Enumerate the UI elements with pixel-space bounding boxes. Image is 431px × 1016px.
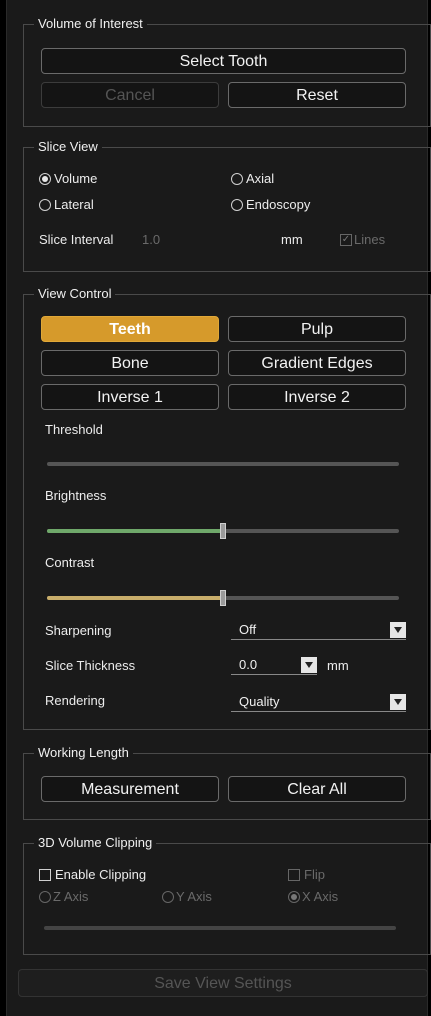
lines-label: Lines xyxy=(354,232,386,247)
contrast-label: Contrast xyxy=(45,555,95,570)
z-axis-label: Z Axis xyxy=(53,889,89,904)
volume-radio-label: Volume xyxy=(54,171,98,186)
slice-thickness-unit: mm xyxy=(327,658,349,673)
slice-interval-label: Slice Interval xyxy=(39,232,114,247)
sharpening-label: Sharpening xyxy=(45,623,112,638)
rendering-value: Quality xyxy=(239,694,280,709)
rendering-select[interactable]: Quality xyxy=(231,694,406,712)
voi-title: Volume of Interest xyxy=(34,16,147,32)
x-axis-label: X Axis xyxy=(302,889,339,904)
slice-thickness-label: Slice Thickness xyxy=(45,658,136,673)
brightness-label: Brightness xyxy=(45,488,107,503)
axial-radio-label: Axial xyxy=(246,171,275,186)
select-tooth-button[interactable]: Select Tooth xyxy=(41,48,406,74)
view-control-title: View Control xyxy=(34,286,116,302)
lateral-radio-label: Lateral xyxy=(54,197,94,212)
lateral-radio[interactable] xyxy=(39,199,51,211)
x-axis-radio[interactable] xyxy=(288,891,300,903)
pulp-button[interactable]: Pulp xyxy=(228,316,406,342)
enable-clipping-label: Enable Clipping xyxy=(55,867,147,882)
flip-checkbox[interactable] xyxy=(288,869,300,881)
y-axis-radio[interactable] xyxy=(162,891,174,903)
voi-group: Volume of Interest Select Tooth Cancel R… xyxy=(23,16,431,127)
slice-interval-unit: mm xyxy=(281,232,303,247)
slice-view-group: Slice View Volume Axial Lateral Endoscop… xyxy=(23,139,431,272)
volume-radio[interactable] xyxy=(39,173,51,185)
inverse-2-button[interactable]: Inverse 2 xyxy=(228,384,406,410)
flip-label: Flip xyxy=(304,867,325,882)
y-axis-label: Y Axis xyxy=(176,889,212,904)
endoscopy-radio-label: Endoscopy xyxy=(246,197,311,212)
inverse-1-button[interactable]: Inverse 1 xyxy=(41,384,219,410)
gradient-edges-button[interactable]: Gradient Edges xyxy=(228,350,406,376)
control-panel: Volume of Interest Select Tooth Cancel R… xyxy=(6,0,431,1016)
slice-view-title: Slice View xyxy=(34,139,102,155)
axial-radio[interactable] xyxy=(231,173,243,185)
teeth-button[interactable]: Teeth xyxy=(41,316,219,342)
slice-thickness-value: 0.0 xyxy=(239,657,258,672)
slice-interval-value[interactable]: 1.0 xyxy=(142,232,160,248)
save-view-settings-button[interactable]: Save View Settings xyxy=(18,969,428,997)
bone-button[interactable]: Bone xyxy=(41,350,219,376)
measurement-button[interactable]: Measurement xyxy=(41,776,219,802)
endoscopy-radio[interactable] xyxy=(231,199,243,211)
working-length-group: Working Length Measurement Clear All xyxy=(23,745,431,820)
brightness-slider[interactable] xyxy=(47,523,399,539)
cancel-button[interactable]: Cancel xyxy=(41,82,219,108)
rendering-label: Rendering xyxy=(45,693,105,708)
sharpening-value: Off xyxy=(239,622,257,637)
threshold-label: Threshold xyxy=(45,422,103,437)
clipping-group: 3D Volume Clipping Enable Clipping Flip … xyxy=(23,835,431,955)
chevron-down-icon[interactable] xyxy=(301,657,317,673)
enable-clipping-checkbox[interactable] xyxy=(39,869,51,881)
contrast-fill xyxy=(47,596,223,600)
view-control-group: View Control Teeth Pulp Bone Gradient Ed… xyxy=(23,286,431,730)
chevron-down-icon[interactable] xyxy=(390,694,406,710)
clear-all-button[interactable]: Clear All xyxy=(228,776,406,802)
contrast-slider[interactable] xyxy=(47,590,399,606)
slice-thickness-select[interactable]: 0.0 xyxy=(231,657,317,675)
sharpening-select[interactable]: Off xyxy=(231,622,406,640)
contrast-thumb[interactable] xyxy=(220,590,226,606)
clipping-title: 3D Volume Clipping xyxy=(34,835,157,851)
z-axis-radio[interactable] xyxy=(39,891,51,903)
threshold-slider[interactable] xyxy=(47,462,399,466)
brightness-fill xyxy=(47,529,223,533)
lines-checkbox[interactable]: ✓ xyxy=(340,234,352,246)
brightness-thumb[interactable] xyxy=(220,523,226,539)
reset-button[interactable]: Reset xyxy=(228,82,406,108)
clipping-slider[interactable] xyxy=(44,926,396,930)
chevron-down-icon[interactable] xyxy=(390,622,406,638)
working-length-title: Working Length xyxy=(34,745,133,761)
